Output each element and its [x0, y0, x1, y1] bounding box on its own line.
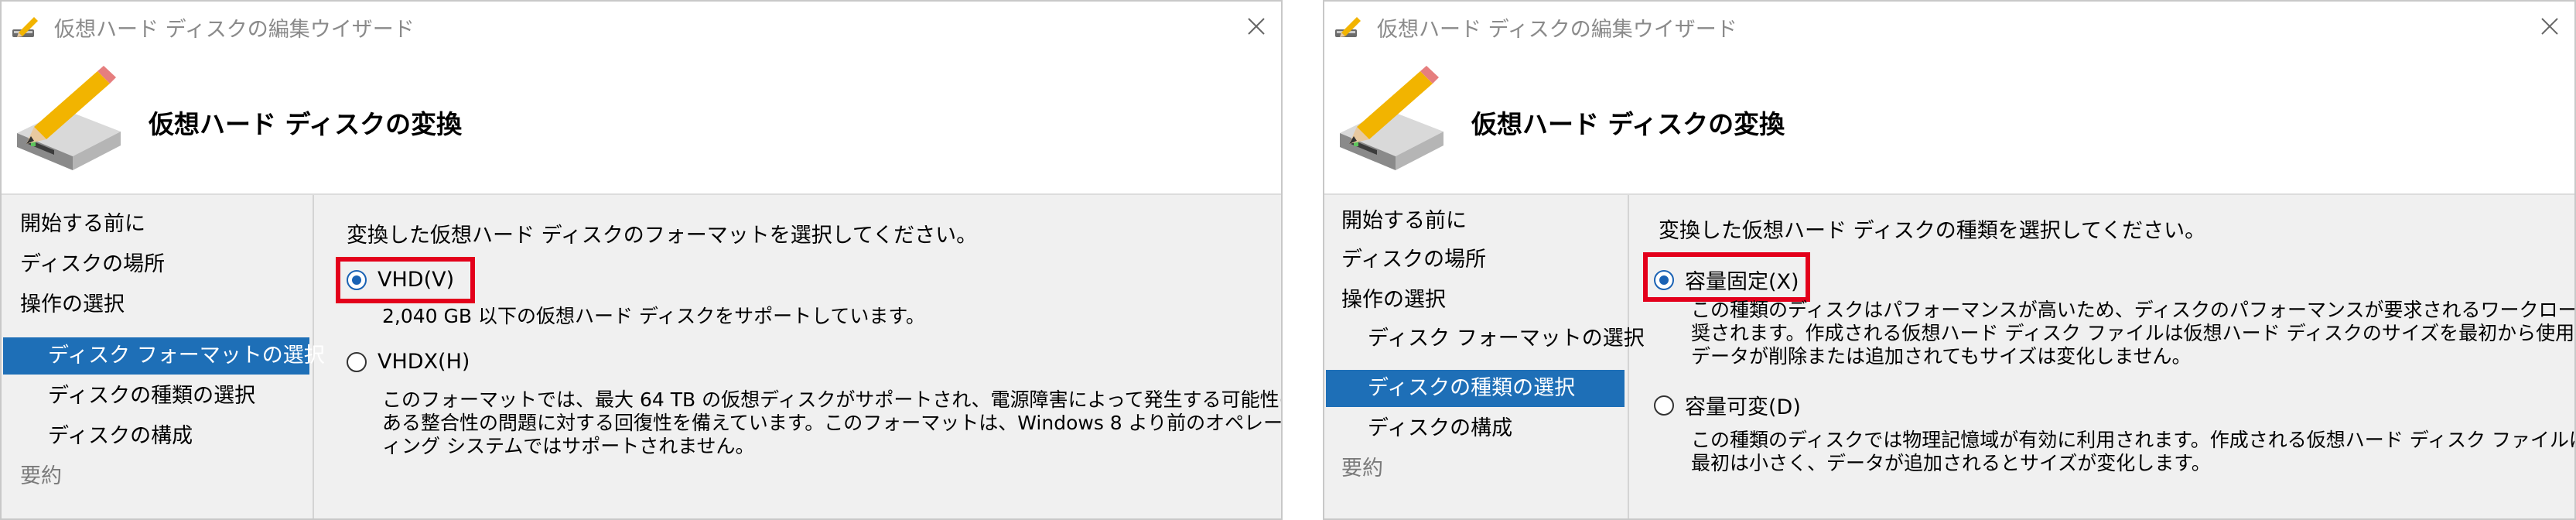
nav-item-configure-disk[interactable]: ディスクの構成	[1368, 410, 1512, 447]
instruction-text: 変換した仮想ハード ディスクの種類を選択してください。	[1659, 219, 2206, 243]
wizard-pencil-icon	[1335, 17, 1361, 37]
fixed-size-description: この種類のディスクはパフォーマンスが高いため、ディスクのパフォーマンスが要求され…	[1691, 299, 2576, 368]
wizard-content: 変換した仮想ハード ディスクのフォーマットを選択してください。 VHD(V) 2…	[313, 195, 1281, 518]
description-line: 奨されます。作成される仮想ハード ディスク ファイルは仮想ハード ディスクのサイ…	[1691, 322, 2576, 344]
vhd-description: 2,040 GB 以下の仮想ハード ディスクをサポートしています。	[382, 305, 925, 328]
description-line: データが削除または追加されてもサイズは変化しません。	[1691, 345, 2192, 368]
close-button[interactable]	[2531, 6, 2568, 46]
title-bar: 仮想ハード ディスクの編集ウイザード	[1324, 2, 2574, 53]
radio-label-vhd: VHD(V)	[378, 268, 455, 292]
radio-label-vhdx: VHDX(H)	[378, 350, 470, 374]
description-line: ある整合性の問題に対する回復性を備えています。このフォーマットは、Windows…	[382, 412, 1283, 434]
description-line: 最初は小さく、データが追加されるとサイズが変化します。	[1691, 452, 2211, 474]
radio-button[interactable]	[1654, 395, 1674, 416]
wizard-pencil-icon	[12, 17, 38, 37]
description-line: この種類のディスクはパフォーマンスが高いため、ディスクのパフォーマンスが要求され…	[1691, 299, 2576, 321]
close-button[interactable]	[1238, 6, 1275, 46]
radio-label-fixed-size: 容量固定(X)	[1685, 270, 1799, 294]
radio-vhdx[interactable]: VHDX(H)	[347, 350, 470, 374]
vhdx-description: このフォーマットでは、最大 64 TB の仮想ディスクがサポートされ、電源障害に…	[382, 388, 1283, 458]
wizard-header: 仮想ハード ディスクの変換	[1324, 54, 2574, 195]
nav-item-disk-location[interactable]: ディスクの場所	[1341, 241, 1486, 279]
nav-item-before-you-begin[interactable]: 開始する前に	[1341, 203, 1467, 240]
description-line: この種類のディスクでは物理記憶域が有効に利用されます。作成される仮想ハード ディ…	[1691, 429, 2576, 451]
wizard-body: 開始する前に ディスクの場所 操作の選択 ディスク フォーマットの選択 ディスク…	[1324, 195, 2574, 518]
nav-item-choose-type[interactable]: ディスクの種類の選択	[1326, 370, 1625, 407]
radio-dynamic[interactable]: 容量可変(D)	[1654, 390, 1801, 420]
wizard-window-format: 仮想ハード ディスクの編集ウイザード 仮想ハード ディスクの変換 開始する前に …	[0, 0, 1283, 520]
hard-disk-pencil-icon	[17, 66, 121, 170]
page-title: 仮想ハード ディスクの変換	[149, 109, 463, 139]
window-title: 仮想ハード ディスクの編集ウイザード	[1377, 18, 1737, 42]
wizard-window-type: 仮想ハード ディスクの編集ウイザード 仮想ハード ディスクの変換 開始する前に …	[1323, 0, 2576, 520]
instruction-text: 変換した仮想ハード ディスクのフォーマットを選択してください。	[347, 224, 978, 248]
dynamic-description: この種類のディスクでは物理記憶域が有効に利用されます。作成される仮想ハード ディ…	[1691, 429, 2576, 475]
nav-item-choose-action[interactable]: 操作の選択	[1341, 282, 1446, 319]
description-line: ィング システムではサポートされません。	[382, 435, 755, 457]
nav-item-choose-action[interactable]: 操作の選択	[20, 286, 125, 323]
radio-fixed-size[interactable]: 容量固定(X)	[1654, 265, 1799, 295]
nav-item-summary[interactable]: 要約	[20, 458, 62, 495]
wizard-nav: 開始する前に ディスクの場所 操作の選択 ディスク フォーマットの選択 ディスク…	[1324, 195, 1645, 518]
radio-button[interactable]	[347, 351, 367, 372]
nav-item-before-you-begin[interactable]: 開始する前に	[20, 206, 145, 243]
close-icon	[1248, 18, 1265, 35]
nav-item-choose-format[interactable]: ディスク フォーマットの選択	[3, 337, 325, 375]
wizard-content: 変換した仮想ハード ディスクの種類を選択してください。 容量固定(X) この種類…	[1628, 195, 2574, 518]
description-line: 2,040 GB 以下の仮想ハード ディスクをサポートしています。	[382, 305, 925, 327]
nav-item-choose-type[interactable]: ディスクの種類の選択	[48, 378, 255, 415]
radio-button-checked[interactable]	[1654, 269, 1674, 290]
page-title: 仮想ハード ディスクの変換	[1471, 109, 1785, 139]
window-title: 仮想ハード ディスクの編集ウイザード	[54, 18, 415, 42]
title-bar: 仮想ハード ディスクの編集ウイザード	[2, 2, 1281, 53]
nav-item-disk-location[interactable]: ディスクの場所	[20, 246, 165, 283]
description-line: このフォーマットでは、最大 64 TB の仮想ディスクがサポートされ、電源障害に…	[382, 388, 1283, 411]
wizard-nav: 開始する前に ディスクの場所 操作の選択 ディスク フォーマットの選択 ディスク…	[2, 195, 325, 518]
hard-disk-pencil-icon	[1340, 66, 1443, 170]
close-icon	[2541, 18, 2558, 35]
radio-vhd[interactable]: VHD(V)	[347, 268, 454, 292]
radio-label-dynamic: 容量可変(D)	[1685, 395, 1801, 419]
wizard-header: 仮想ハード ディスクの変換	[2, 54, 1281, 195]
nav-item-configure-disk[interactable]: ディスクの構成	[48, 418, 193, 455]
wizard-body: 開始する前に ディスクの場所 操作の選択 ディスク フォーマットの選択 ディスク…	[2, 195, 1281, 518]
nav-item-summary[interactable]: 要約	[1341, 450, 1383, 488]
radio-button-checked[interactable]	[347, 269, 367, 290]
nav-item-choose-format[interactable]: ディスク フォーマットの選択	[1368, 320, 1645, 358]
